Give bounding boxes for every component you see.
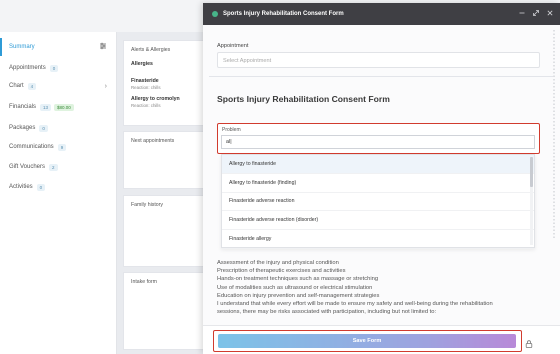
patient-sidebar: Summary Appointments 0 Chart 4 › Financi… xyxy=(0,32,117,354)
modal-title: Sports Injury Rehabilitation Consent For… xyxy=(223,11,344,17)
allergy-reaction: Reaction: chills xyxy=(131,103,161,108)
sidebar-item-activities[interactable]: Activities 0 xyxy=(0,178,117,196)
appointment-label: Appointment xyxy=(217,43,249,49)
description-line: Hands-on treatment techniques such as ma… xyxy=(217,276,379,283)
count-badge: 4 xyxy=(27,82,37,90)
sidebar-item-chart[interactable]: Chart 4 › xyxy=(0,77,117,95)
suggestion-item[interactable]: Finasteride adverse reaction xyxy=(222,193,534,212)
allergy-item[interactable]: Finasteride Reaction: chills xyxy=(124,75,204,93)
sidebar-item-label: Gift Vouchers xyxy=(9,164,46,170)
lock-icon[interactable] xyxy=(524,336,534,348)
card-subtitle: Allergies xyxy=(131,61,153,67)
sidebar-item-label: Financials xyxy=(9,104,37,110)
save-form-button[interactable]: Save Form xyxy=(218,334,516,348)
count-badge: 0 xyxy=(36,183,46,191)
balance-badge: $80.00 xyxy=(54,103,74,111)
window-controls xyxy=(518,9,554,19)
settings-icon[interactable] xyxy=(99,42,107,52)
suggestion-item[interactable]: Finasteride adverse reaction (disorder) xyxy=(222,211,534,231)
allergy-name: Finasteride xyxy=(131,78,159,84)
sidebar-item-gift-vouchers[interactable]: Gift Vouchers 2 xyxy=(0,158,117,176)
problem-label: Problem xyxy=(222,127,241,133)
count-badge: 9 xyxy=(57,143,67,151)
modal-header: Sports Injury Rehabilitation Consent For… xyxy=(203,3,560,25)
description-line: I understand that while every effort wil… xyxy=(217,301,493,308)
modal-body: Appointment Select Appointment Sports In… xyxy=(203,25,560,325)
count-badge: 0 xyxy=(49,64,59,72)
save-button-highlight: Save Form xyxy=(213,330,522,352)
consent-description: Assessment of the injury and physical co… xyxy=(217,259,547,316)
sidebar-item-label: Summary xyxy=(9,44,35,50)
card-title: Alerts & Allergies xyxy=(131,47,171,53)
suggestion-item[interactable]: Allergy to finasteride (finding) xyxy=(222,174,534,193)
problem-field-highlight: Problem al| xyxy=(217,123,540,154)
sidebar-item-communications[interactable]: Communications 9 xyxy=(0,138,117,156)
sidebar-item-summary[interactable]: Summary xyxy=(0,38,117,56)
allergy-name: Allergy to cromolyn xyxy=(131,96,180,102)
sidebar-item-label: Activities xyxy=(9,184,33,190)
modal-footer: Save Form xyxy=(203,325,560,354)
allergy-reaction: Reaction: chills xyxy=(131,85,161,90)
sidebar-item-label: Packages xyxy=(9,125,36,131)
appointment-select[interactable]: Select Appointment xyxy=(217,52,540,68)
scrollbar-thumb[interactable] xyxy=(530,157,533,187)
suggestion-item[interactable]: Allergy to finasteride xyxy=(222,155,534,174)
sidebar-item-label: Appointments xyxy=(9,65,46,71)
next-appointments-card: Next appointments xyxy=(123,131,205,189)
description-line: sessions, there may be risks associated … xyxy=(217,309,437,316)
divider xyxy=(209,76,553,77)
sidebar-item-financials[interactable]: Financials 13 $80.00 xyxy=(0,98,117,116)
sidebar-item-label: Communications xyxy=(9,144,54,150)
status-dot-icon xyxy=(212,11,218,17)
sidebar-item-appointments[interactable]: Appointments 0 xyxy=(0,59,117,77)
form-title: Sports Injury Rehabilitation Consent For… xyxy=(217,94,390,104)
close-icon[interactable] xyxy=(546,9,554,19)
problem-input[interactable]: al| xyxy=(221,135,535,149)
sidebar-item-label: Chart xyxy=(9,83,24,89)
description-line: Use of modalities such as ultrasound or … xyxy=(217,284,373,291)
expand-icon[interactable] xyxy=(532,9,540,19)
chevron-right-icon[interactable]: › xyxy=(105,83,107,90)
description-line: Assessment of the injury and physical co… xyxy=(217,260,339,266)
count-badge: 13 xyxy=(40,103,52,111)
card-title: Next appointments xyxy=(131,138,175,144)
minimize-icon[interactable] xyxy=(518,9,526,19)
suggestion-item[interactable]: Finasteride allergy xyxy=(222,230,534,249)
count-badge: 2 xyxy=(49,163,58,171)
allergy-item[interactable]: Allergy to cromolyn Reaction: chills xyxy=(124,93,204,111)
consent-form-modal: Sports Injury Rehabilitation Consent For… xyxy=(203,3,560,354)
sidebar-item-packages[interactable]: Packages 0 xyxy=(0,119,117,137)
page-scrollbar[interactable] xyxy=(552,30,556,240)
count-badge: 0 xyxy=(39,124,48,132)
description-line: Education on injury prevention and self-… xyxy=(217,292,380,299)
description-line: Prescription of therapeutic exercises an… xyxy=(217,268,346,275)
dropdown-scrollbar[interactable] xyxy=(530,157,533,245)
card-title: Family history xyxy=(131,202,163,208)
alerts-allergies-card: Alerts & Allergies Allergies Finasteride… xyxy=(123,40,205,126)
card-title: Intake form xyxy=(131,279,157,285)
intake-form-card: Intake form xyxy=(123,272,205,350)
problem-suggestions-dropdown: Allergy to finasteride Allergy to finast… xyxy=(221,154,535,249)
family-history-card: Family history xyxy=(123,195,205,267)
